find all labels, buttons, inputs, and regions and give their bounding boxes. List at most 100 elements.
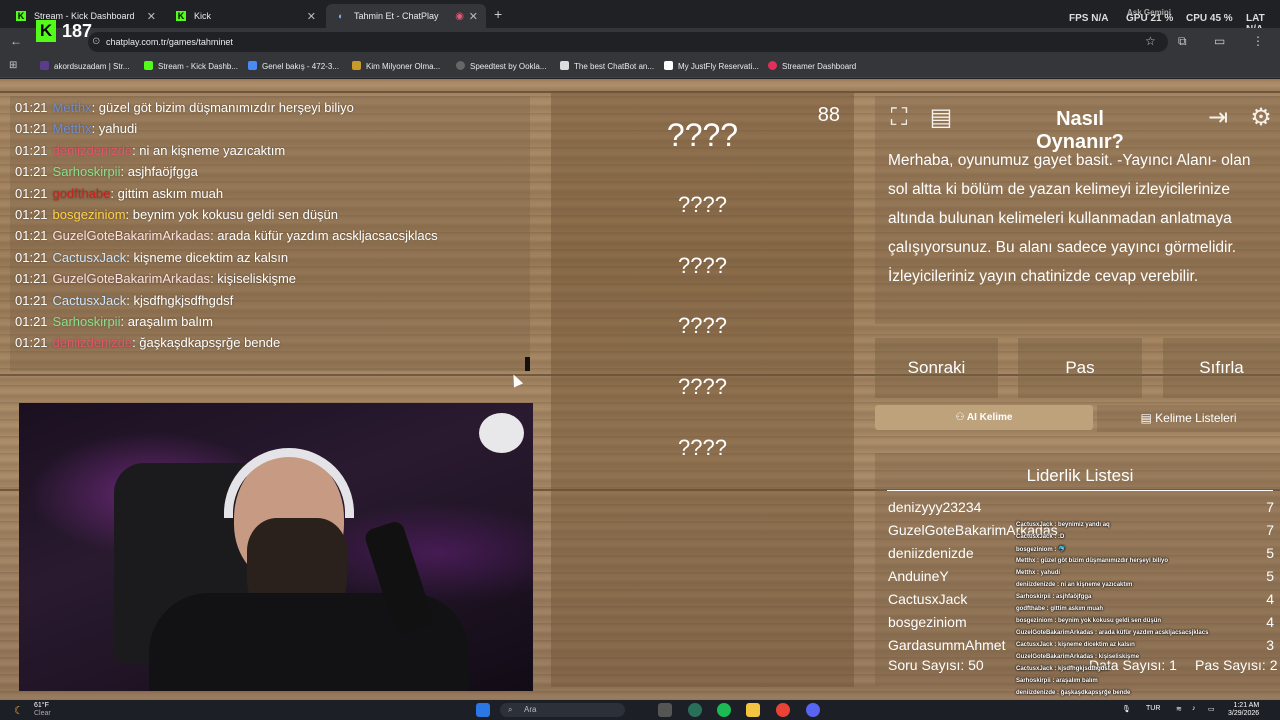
apps-grid-icon[interactable]: ⊞ [9,60,17,71]
message-time: 01:21 [15,249,48,265]
message-time: 01:21 [15,142,48,158]
wifi-icon[interactable]: ≋ [1176,705,1182,713]
browser-tab-bar: K Stream - Kick Dashboard ✕ K Kick ✕ ◐ T… [0,0,1280,35]
chrome-icon[interactable] [776,703,790,717]
message-text: : arada küfür yazdım acskljacsacsjklacs [210,228,438,244]
bookmark-favicon-icon [560,61,569,70]
bookmark-favicon-icon [664,61,673,70]
bookmark-favicon-icon [768,61,777,70]
windows-start-icon[interactable] [476,703,490,717]
message-username[interactable]: GuzelGoteBakarimArkadas [53,228,211,243]
reset-button[interactable]: Sıfırla [1163,338,1280,398]
address-bar-row: ← ⊙ chatplay.com.tr/games/tahminet ☆ ⧉ ▭… [0,28,1280,56]
message-username[interactable]: bosgeziniom [53,207,126,222]
chat-scrollbar[interactable] [525,357,530,371]
language-indicator[interactable]: TUR [1146,705,1160,712]
weather-moon-icon: ☾ [14,705,24,717]
bookmarks-bar: ⊞ akordsuzadam | Str... Stream - Kick Da… [0,56,1280,78]
message-username[interactable]: CactusxJack [53,293,127,308]
message-username[interactable]: CactusxJack [53,250,127,265]
weather-widget[interactable]: 61°F Clear [34,702,51,718]
bookmark-favicon-icon [144,61,153,70]
fps-readout: FPS N/A [1069,13,1109,24]
menu-icon[interactable]: ⋮ [1252,34,1264,48]
bookmark-item[interactable]: The best ChatBot an... [560,61,654,71]
overlay-chat-line: bosgeziniom : beynim yok kokusu geldi se… [1016,618,1162,624]
bookmark-item[interactable]: Kim Milyoner Olma... [352,61,440,71]
overlay-chat-line: CactusxJack : kişneme dicektim az kalsın [1016,642,1135,648]
discord-icon[interactable] [806,703,820,717]
message-username[interactable]: GuzelGoteBakarimArkadas [53,271,211,286]
message-username[interactable]: godfthabe [53,186,111,201]
message-text: : asjhfaöjfgga [120,164,198,180]
viewer-count: 187 [62,20,93,41]
bookmark-item[interactable]: My JustFly Reservati... [664,61,759,71]
message-text: : yahudi [91,121,138,137]
fullscreen-icon[interactable]: ⛶ [884,102,914,134]
tab-word-lists[interactable]: ▤ Kelime Listeleri [1097,405,1280,432]
overlay-chat-line: GuzelGoteBakarimArkadas : arada küfür ya… [1016,630,1209,636]
chat-message: 01:21 GuzelGoteBakarimArkadas: kişiselisk… [15,271,296,286]
chat-message: 01:21 CactusxJack: kjsdfhgkjsdfhgdsf [15,293,233,308]
back-arrow-icon[interactable]: ← [10,34,22,48]
leaderboard-score: 7 [1266,499,1274,515]
kick-viewer-overlay: K 187 [36,20,92,42]
volume-icon[interactable]: ♪ [1192,705,1196,712]
pass-button[interactable]: Pas [1018,338,1142,398]
chat-message: 01:21 godfthabe: gittim askım muah [15,186,223,201]
mic-arm [479,413,524,453]
tab-kick[interactable]: K Kick ✕ [166,4,324,28]
task-view-icon[interactable] [658,703,672,717]
bookmark-item[interactable]: Genel bakış - 472-3... [248,61,339,71]
next-button[interactable]: Sonraki [875,338,998,398]
gear-icon[interactable]: ⚙ [1246,102,1276,134]
exit-icon[interactable]: ⇥ [1203,102,1233,134]
close-icon[interactable]: ✕ [147,10,156,23]
new-tab-button[interactable]: + [494,6,502,22]
bookmark-star-icon[interactable]: ☆ [1145,34,1156,48]
message-username[interactable]: deniizdenizde [53,335,133,350]
site-info-icon[interactable]: ⊙ [92,32,100,52]
taskbar-search[interactable]: ⌕ Ara [500,703,625,717]
target-word: ???? [666,117,739,153]
leaderboard-divider [887,490,1273,491]
url-field[interactable]: ⊙ chatplay.com.tr/games/tahminet [88,32,1168,52]
words-panel: 88 ???? ???? ???? ???? ???? ???? [551,93,854,687]
message-time: 01:21 [15,292,48,308]
screen: K Stream - Kick Dashboard ✕ K Kick ✕ ◐ T… [0,0,1280,720]
bookmark-item[interactable]: akordsuzadam | Str... [40,61,129,71]
message-time: 01:21 [15,228,48,244]
robot-icon: ⚇ [955,412,967,423]
message-username[interactable]: Sarhoskirpii [53,314,121,329]
extensions-icon[interactable]: ⧉ [1178,34,1187,49]
bookmark-item[interactable]: Stream - Kick Dashb... [144,61,238,71]
microphone-tray-icon[interactable]: 🎙 [1122,705,1131,713]
overlay-chat-line: Sarhoskirpii : araşalım balım [1016,678,1098,684]
bookmark-item[interactable]: Streamer Dashboard [768,61,856,71]
app-icon[interactable] [688,703,702,717]
message-username[interactable]: Metthx [53,121,92,136]
close-icon[interactable]: ✕ [469,10,478,23]
file-explorer-icon[interactable] [746,703,760,717]
leaderboard-score: 5 [1266,545,1274,561]
bookmark-favicon-icon [456,61,465,70]
bookmark-item[interactable]: Speedtest by Ookla... [456,61,547,71]
leaderboard-score: 5 [1266,568,1274,584]
overlay-chat-line: deniizdenizde : ğaşkaşdkapsşrğe bende [1016,690,1131,696]
tab-tahmin-et[interactable]: ◐ Tahmin Et - ChatPlay ◉ ✕ [326,4,486,28]
battery-icon[interactable]: ▭ [1208,705,1215,713]
message-time: 01:21 [15,314,48,329]
sidebar-icon[interactable]: ▭ [1214,34,1225,48]
system-clock[interactable]: 1:21 AM 3/29/2026 [1228,702,1259,718]
overlay-chat-line: bosgeziniom : 🐬 [1016,547,1066,553]
message-text: : güzel göt bizim düşmanımızdır herşeyi … [91,100,354,115]
message-username[interactable]: Sarhoskirpii [53,164,121,179]
spotify-icon[interactable] [717,703,731,717]
document-icon[interactable]: ▤ [926,102,956,134]
message-username[interactable]: deniizdenizde [53,143,133,158]
message-time: 01:21 [15,271,48,287]
close-icon[interactable]: ✕ [307,10,316,23]
tab-ai-word[interactable]: ⚇ AI Kelime [875,405,1093,430]
message-text: : kişneme dicektim az kalsın [126,249,289,265]
message-username[interactable]: Metthx [53,100,92,115]
